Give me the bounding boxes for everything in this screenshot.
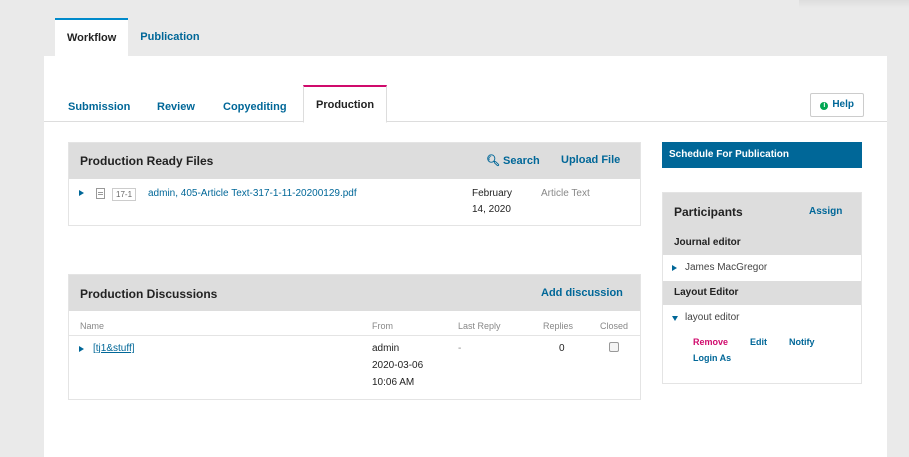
discussion-replies: 0 bbox=[559, 343, 565, 354]
login-as-button[interactable]: Login As bbox=[693, 353, 731, 363]
workflow-card: Submission Review Copyediting Production… bbox=[44, 56, 887, 457]
discussions-panel: Production Discussions Add discussion Na… bbox=[68, 274, 641, 400]
file-id-badge: 17-1 bbox=[112, 188, 137, 201]
discussion-from-time: 10:06 AM bbox=[372, 377, 415, 388]
expand-journal-editor-icon[interactable] bbox=[672, 265, 677, 271]
closed-checkbox[interactable] bbox=[609, 342, 619, 352]
search-icon: 🔍︎ bbox=[486, 155, 500, 167]
col-replies: Replies bbox=[543, 321, 574, 331]
file-date-line1: February bbox=[472, 188, 513, 199]
notify-participant-button[interactable]: Notify bbox=[789, 337, 815, 347]
journal-editor-name[interactable]: James MacGregor bbox=[685, 262, 767, 273]
production-files-title: Production Ready Files bbox=[80, 154, 214, 168]
upload-file-button[interactable]: Upload File bbox=[561, 154, 620, 166]
layout-editor-name[interactable]: layout editor bbox=[685, 312, 739, 323]
discussion-from-user: admin bbox=[372, 343, 400, 354]
remove-participant-button[interactable]: Remove bbox=[693, 337, 728, 347]
production-files-header: Production Ready Files 🔍︎ Search Upload … bbox=[69, 143, 640, 179]
search-label: Search bbox=[503, 155, 540, 167]
stage-tabs: Submission Review Copyediting Production… bbox=[44, 82, 887, 123]
tab-submission[interactable]: Submission bbox=[68, 92, 130, 122]
file-row: 17-1 admin, 405-Article Text-317-1-11-20… bbox=[69, 179, 640, 225]
assign-button[interactable]: Assign bbox=[809, 206, 842, 217]
expand-discussion-icon[interactable] bbox=[79, 346, 84, 352]
discussion-row: [tj1&stuff] admin 2020-03-06 10:06 AM - … bbox=[69, 336, 640, 399]
journal-editor-heading: Journal editor bbox=[663, 231, 861, 255]
layout-editor-heading: Layout Editor bbox=[663, 281, 861, 305]
help-label: Help bbox=[832, 99, 854, 110]
tab-workflow[interactable]: Workflow bbox=[55, 18, 129, 56]
discussion-name-link[interactable]: [tj1&stuff] bbox=[93, 343, 135, 354]
tab-publication[interactable]: Publication bbox=[128, 18, 211, 56]
participants-panel: Participants Assign Journal editor James… bbox=[662, 192, 862, 384]
tab-production[interactable]: Production bbox=[303, 85, 388, 123]
top-tabs: Workflow Publication bbox=[55, 18, 212, 56]
discussion-last-reply: - bbox=[458, 343, 462, 354]
help-icon: i bbox=[820, 102, 829, 110]
tab-copyediting[interactable]: Copyediting bbox=[223, 92, 287, 122]
file-icon bbox=[96, 188, 105, 199]
participants-title: Participants bbox=[674, 205, 743, 219]
discussions-header: Production Discussions Add discussion bbox=[69, 275, 640, 311]
production-files-panel: Production Ready Files 🔍︎ Search Upload … bbox=[68, 142, 641, 226]
edit-participant-button[interactable]: Edit bbox=[750, 337, 767, 347]
col-name: Name bbox=[80, 321, 105, 331]
file-name-link[interactable]: admin, 405-Article Text-317-1-11-2020012… bbox=[148, 188, 357, 199]
col-from: From bbox=[372, 321, 393, 331]
file-date-line2: 14, 2020 bbox=[472, 204, 511, 215]
layout-editor-row: layout editor Remove Edit Notify Login A… bbox=[663, 305, 861, 371]
add-discussion-button[interactable]: Add discussion bbox=[541, 287, 623, 299]
search-button[interactable]: 🔍︎ Search bbox=[486, 154, 540, 167]
col-last-reply: Last Reply bbox=[458, 321, 501, 331]
col-closed: Closed bbox=[600, 321, 629, 331]
top-right-shadow bbox=[799, 0, 909, 8]
participants-header: Participants Assign bbox=[663, 193, 861, 231]
discussions-title: Production Discussions bbox=[80, 287, 218, 301]
journal-editor-row: James MacGregor bbox=[663, 255, 861, 281]
discussion-from-date: 2020-03-06 bbox=[372, 360, 424, 371]
tab-review[interactable]: Review bbox=[157, 92, 195, 122]
help-button[interactable]: i Help bbox=[810, 93, 864, 117]
expand-file-icon[interactable] bbox=[79, 190, 84, 196]
collapse-layout-editor-icon[interactable] bbox=[672, 316, 678, 321]
schedule-for-publication-button[interactable]: Schedule For Publication bbox=[662, 142, 862, 168]
file-type: Article Text bbox=[541, 188, 590, 199]
